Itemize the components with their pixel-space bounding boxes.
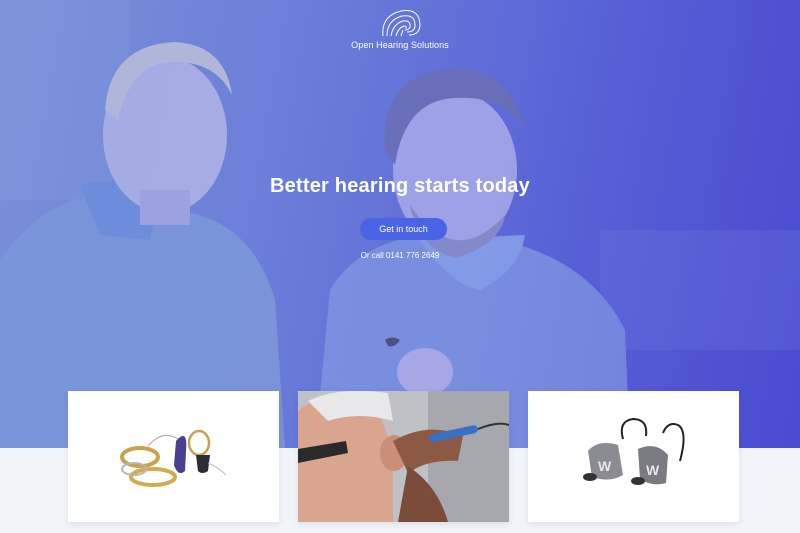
in-ear-monitors-photo: W W bbox=[583, 417, 685, 485]
shell-logo-icon bbox=[382, 10, 421, 37]
hero-section: Open Hearing Solutions Better hearing st… bbox=[0, 0, 800, 448]
ear-examination-photo bbox=[298, 391, 509, 522]
brand-logo[interactable]: Open Hearing Solutions bbox=[0, 8, 800, 50]
hearing-aids-and-rings-photo bbox=[120, 429, 227, 487]
get-in-touch-button[interactable]: Get in touch bbox=[360, 218, 447, 240]
hero-headline: Better hearing starts today bbox=[270, 175, 530, 197]
card-hearing-aids[interactable] bbox=[68, 391, 279, 522]
card-in-ear-monitors[interactable]: W W bbox=[528, 391, 739, 522]
brand-name: Open Hearing Solutions bbox=[351, 40, 449, 50]
call-phone-link[interactable]: Or call 0141 776 2649 bbox=[0, 251, 800, 260]
svg-text:W: W bbox=[598, 458, 612, 474]
card-ear-examination[interactable] bbox=[298, 391, 509, 522]
svg-text:W: W bbox=[646, 462, 660, 478]
